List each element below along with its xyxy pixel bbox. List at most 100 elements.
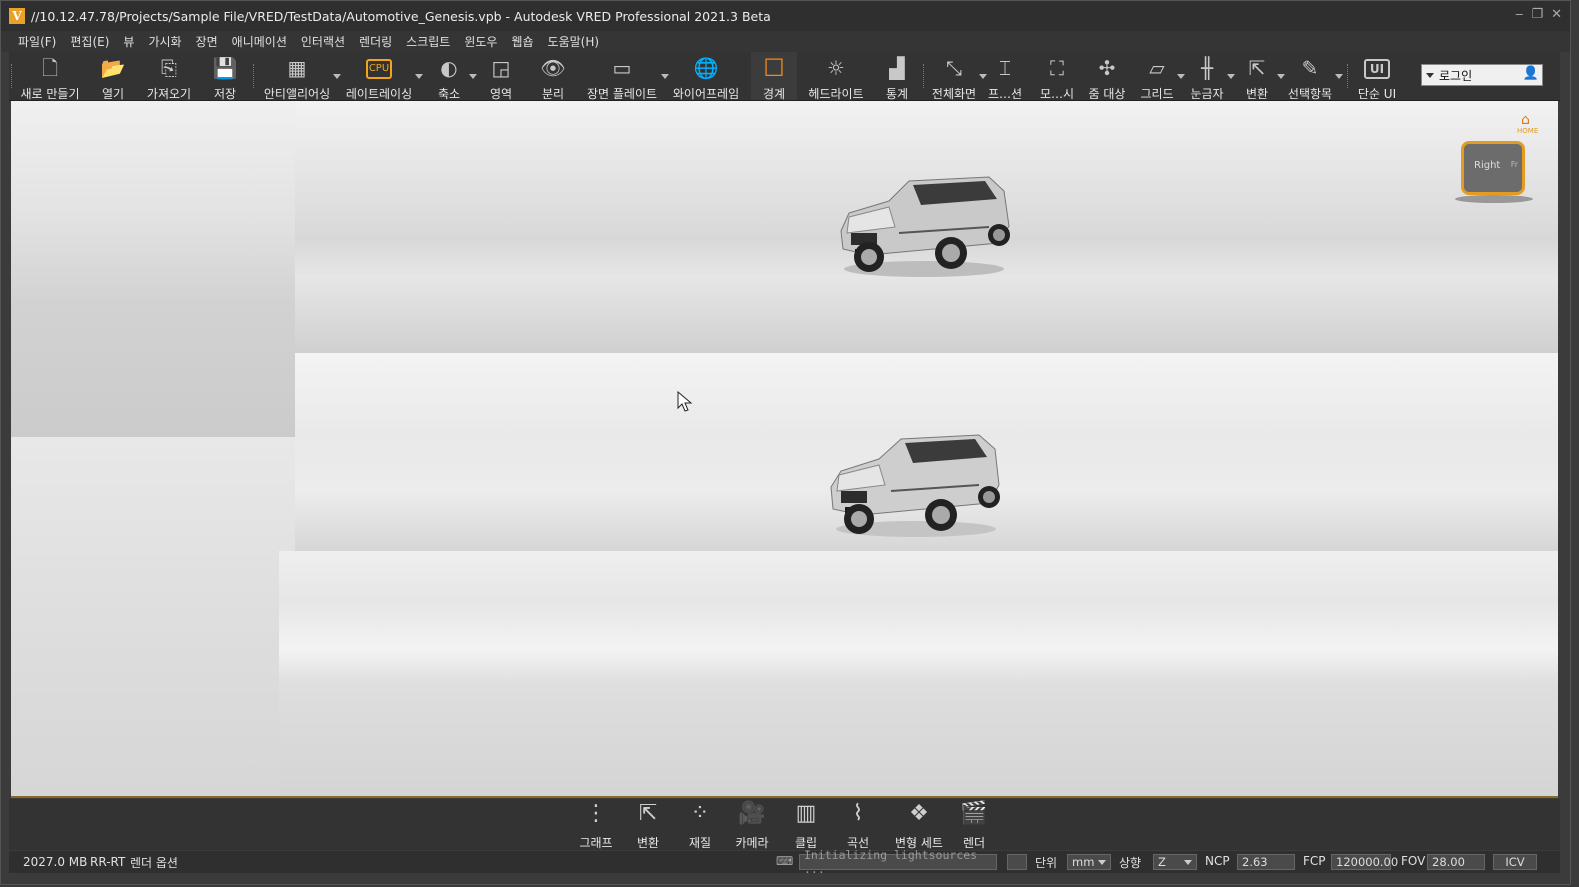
chevron-down-icon (1184, 860, 1192, 865)
car-model-bottom[interactable] (821, 431, 1003, 541)
viewport-tile (11, 437, 295, 796)
fullscreen-button[interactable]: ⤡ 전체화면 (929, 52, 987, 101)
menu-edit[interactable]: 편집(E) (63, 33, 116, 50)
up-axis-select[interactable]: Z (1153, 854, 1197, 870)
maximize-button[interactable]: ❐ (1531, 7, 1543, 22)
menu-animation[interactable]: 애니메이션 (225, 33, 294, 50)
terminal-icon[interactable]: ⌨ (776, 854, 793, 868)
up-axis-value: Z (1158, 855, 1166, 869)
camera-button[interactable]: 🎥 카메라 (727, 801, 777, 850)
wireframe-globe-icon: 🌐 (693, 56, 719, 80)
new-button[interactable]: 🗋 새로 만들기 (17, 52, 83, 101)
menu-help[interactable]: 도움말(H) (541, 33, 607, 50)
cube-face[interactable]: Right Fr (1461, 141, 1525, 195)
ruler-dropdown-arrow[interactable] (1227, 74, 1235, 79)
ruler-icon: ╫ (1200, 56, 1214, 80)
scene-plate-dropdown-arrow[interactable] (661, 74, 669, 79)
material-button[interactable]: ⁘ 재질 (675, 801, 725, 850)
mouse-cursor-icon (677, 391, 693, 412)
graph-button[interactable]: ⋮ 그래프 (571, 801, 621, 850)
statistics-button[interactable]: ▟ 통계 (877, 52, 917, 101)
contrast-dropdown-arrow[interactable] (469, 74, 477, 79)
graph-label: 그래프 (579, 836, 613, 850)
menu-script[interactable]: 스크립트 (399, 33, 457, 50)
transform-dock-label: 변환 (636, 836, 660, 850)
presentation-button[interactable]: ⌶ 프…션 (985, 52, 1025, 101)
transform-button[interactable]: ⇱ 변환 (1237, 52, 1285, 101)
render-viewport[interactable]: ⌂ HOME Right Fr (11, 101, 1558, 798)
grid-dropdown-arrow[interactable] (1177, 74, 1185, 79)
transform-dropdown-arrow[interactable] (1277, 74, 1285, 79)
render-mode: RR-RT (90, 855, 126, 869)
transform-icon: ⇱ (1248, 56, 1266, 80)
isolate-button[interactable]: 👁 분리 (533, 52, 573, 101)
menu-window[interactable]: 윈도우 (457, 33, 504, 50)
menu-webshop[interactable]: 웹숍 (504, 33, 540, 50)
grid-button[interactable]: ▱ 그리드 (1137, 52, 1185, 101)
memory-usage: 2027.0 MB (23, 855, 88, 869)
toolbar-grip[interactable] (253, 64, 257, 88)
zoom-target-button[interactable]: ✣ 줌 대상 (1085, 52, 1129, 101)
navigation-cube[interactable]: ⌂ HOME Right Fr (1455, 111, 1545, 206)
icv-button[interactable]: ICV (1493, 854, 1537, 870)
menu-visualization[interactable]: 가시화 (141, 33, 188, 50)
simple-ui-button[interactable]: UI 단순 UI (1353, 52, 1401, 101)
zoom-target-button-label: 줌 대상 (1088, 87, 1126, 101)
cube-right-label[interactable]: Right (1474, 160, 1500, 171)
curve-button[interactable]: ⌇ 곡선 (833, 801, 883, 850)
menu-file[interactable]: 파일(F) (11, 33, 63, 50)
save-button[interactable]: 💾 저장 (205, 52, 245, 101)
toolbar-grip[interactable] (1347, 64, 1351, 88)
scene-plate-button[interactable]: ▭ 장면 플레이트 (583, 52, 669, 101)
show-all-icon: ⛶ (1050, 56, 1064, 80)
raytracing-button[interactable]: CPU 레이트레이싱 (343, 52, 423, 101)
bounding-box-button[interactable]: ☐ 경계 (751, 52, 797, 101)
transform-button-label: 변환 (1245, 87, 1269, 101)
viewport-tile (279, 551, 1558, 796)
menu-scene[interactable]: 장면 (189, 33, 225, 50)
minimize-button[interactable]: ‒ (1515, 7, 1523, 22)
fcp-input[interactable]: 120000.00 (1331, 854, 1398, 870)
fov-input[interactable]: 28.00 (1427, 854, 1485, 870)
raytracing-dropdown-arrow[interactable] (415, 74, 423, 79)
antialiasing-dropdown-arrow[interactable] (333, 74, 341, 79)
toolbar-grip[interactable] (923, 64, 927, 88)
window-title: //10.12.47.78/Projects/Sample File/VRED/… (31, 8, 771, 24)
reset-toggle[interactable] (1007, 854, 1027, 870)
selection-dropdown-arrow[interactable] (1335, 74, 1343, 79)
close-button[interactable]: ✕ (1551, 7, 1562, 22)
menu-interaction[interactable]: 인터랙션 (294, 33, 352, 50)
transform-dock-button[interactable]: ⇱ 변환 (623, 801, 673, 850)
contrast-icon: ◐ (440, 56, 458, 80)
region-button[interactable]: ◲ 영역 (481, 52, 521, 101)
ruler-button[interactable]: ╫ 눈금자 (1187, 52, 1235, 101)
headlight-button[interactable]: ☼ 헤드라이트 (803, 52, 869, 101)
cube-front-label[interactable]: Fr (1511, 160, 1518, 169)
unit-select[interactable]: mm (1067, 854, 1111, 870)
contrast-button[interactable]: ◐ 축소 (429, 52, 477, 101)
toolbar-grip[interactable] (11, 64, 15, 88)
menu-rendering[interactable]: 렌더링 (352, 33, 399, 50)
car-model-top[interactable] (829, 171, 1011, 281)
title-bar: V //10.12.47.78/Projects/Sample File/VRE… (1, 1, 1570, 31)
home-icon[interactable]: ⌂ (1521, 113, 1535, 127)
wireframe-button[interactable]: 🌐 와이어프레임 (669, 52, 743, 101)
render-button[interactable]: 🎬 렌더 (949, 801, 999, 850)
region-icon: ◲ (491, 56, 511, 80)
fullscreen-button-label: 전체화면 (931, 87, 977, 101)
clip-button[interactable]: ▥ 클립 (781, 801, 831, 850)
import-button[interactable]: ⎘ 가져오기 (143, 52, 195, 101)
menu-bar: 파일(F) 편집(E) 뷰 가시화 장면 애니메이션 인터랙션 렌더링 스크립트… (1, 31, 1570, 52)
variant-set-button[interactable]: ❖ 변형 세트 (889, 801, 949, 850)
open-button[interactable]: 📂 열기 (93, 52, 133, 101)
antialiasing-button[interactable]: ▦ 안티앨리어싱 (261, 52, 341, 101)
save-button-label: 저장 (213, 87, 237, 101)
ncp-input[interactable]: 2.63 (1237, 854, 1295, 870)
login-dropdown[interactable]: 로그인 👤 (1421, 64, 1543, 86)
show-all-button[interactable]: ⛶ 모…시 (1037, 52, 1077, 101)
menu-view[interactable]: 뷰 (116, 33, 141, 50)
open-folder-icon: 📂 (100, 56, 126, 80)
render-options-link[interactable]: 렌더 옵션 (130, 854, 178, 871)
selection-button[interactable]: ✎ 선택항목 (1285, 52, 1343, 101)
clip-icon: ▥ (795, 801, 817, 826)
